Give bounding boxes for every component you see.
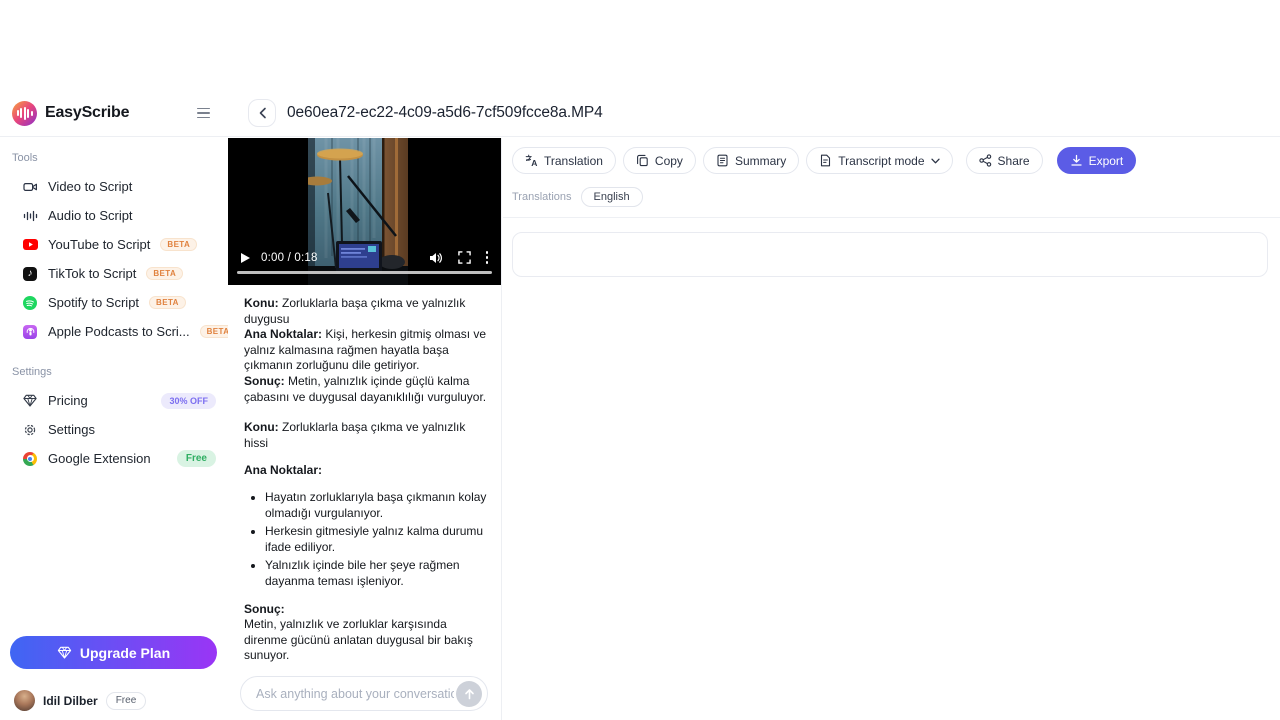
file-header: 0e60ea72-ec22-4c09-a5d6-7cf509fcce8a.MP4 — [228, 99, 603, 127]
avatar — [14, 690, 35, 711]
top-header: EasyScribe 0e60ea72-ec22-4c09-a5d6-7cf50… — [0, 90, 1280, 137]
transcript-doc-icon — [821, 154, 831, 167]
easyscribe-logo-icon — [12, 100, 37, 126]
seek-bar[interactable] — [237, 271, 492, 274]
export-label: Export — [1088, 153, 1124, 168]
language-chip-english[interactable]: English — [580, 187, 643, 207]
free-badge: Free — [176, 450, 216, 467]
time-display: 0:00 / 0:18 — [261, 251, 318, 264]
sidebar-item-apple-podcasts-to-script[interactable]: Apple Podcasts to Scri... BETA — [0, 317, 237, 346]
svg-text:A: A — [531, 158, 537, 167]
summary-bullet-list: Hayatın zorluklarıyla başa çıkmanın kola… — [244, 490, 487, 590]
share-nodes-icon — [978, 154, 991, 167]
user-plan-badge: Free — [105, 691, 147, 710]
tiktok-icon: ♪ — [22, 266, 38, 282]
beta-badge: BETA — [160, 238, 198, 251]
upgrade-plan-button[interactable]: Upgrade Plan — [10, 636, 217, 669]
send-button[interactable] — [456, 680, 482, 707]
gem-icon — [22, 393, 38, 409]
sidebar: Tools Video to Script Audio to Script Yo… — [0, 138, 237, 720]
copy-icon — [636, 154, 648, 167]
spotify-icon — [22, 295, 38, 311]
app-root: EasyScribe 0e60ea72-ec22-4c09-a5d6-7cf50… — [0, 0, 1280, 720]
sidebar-item-pricing[interactable]: Pricing 30% OFF — [0, 386, 228, 415]
media-column: 0:00 / 0:18 Konu: Zorluklarla başa çıkma… — [228, 138, 502, 720]
user-name: Idil Dilber — [43, 693, 98, 708]
sidebar-item-audio-to-script[interactable]: Audio to Script — [0, 201, 228, 230]
sidebar-item-label: Apple Podcasts to Scri... — [48, 324, 190, 339]
brand-name: EasyScribe — [45, 104, 130, 121]
translations-label: Translations — [512, 191, 572, 203]
apple-podcasts-icon — [22, 324, 38, 340]
chevron-left-icon — [259, 107, 266, 119]
summary-button[interactable]: Summary — [702, 147, 800, 174]
sidebar-item-label: YouTube to Script — [48, 237, 151, 252]
beta-badge: BETA — [146, 267, 184, 280]
arrow-up-send-icon — [464, 688, 474, 699]
sidebar-header: EasyScribe — [0, 100, 228, 126]
video-camera-icon — [22, 179, 38, 195]
sidebar-item-label: TikTok to Script — [48, 266, 137, 281]
sidebar-item-settings[interactable]: Settings — [0, 415, 228, 444]
transcript-mode-label: Transcript mode — [838, 153, 925, 168]
copy-label: Copy — [654, 153, 683, 168]
copy-button[interactable]: Copy — [622, 147, 696, 174]
play-icon[interactable] — [241, 252, 250, 263]
bullet-item: Hayatın zorluklarıyla başa çıkmanın kola… — [265, 490, 487, 521]
sidebar-item-label: Spotify to Script — [48, 295, 140, 310]
transcript-panel: A Translation Copy Summary Transcript mo… — [503, 138, 1280, 720]
sidebar-item-google-extension[interactable]: Google Extension Free — [0, 444, 228, 473]
chevron-down-icon — [930, 158, 940, 163]
chat-input[interactable] — [254, 685, 456, 702]
tools-section-label: Tools — [12, 152, 38, 164]
sidebar-item-youtube-to-script[interactable]: YouTube to Script BETA — [0, 230, 228, 259]
sidebar-item-spotify-to-script[interactable]: Spotify to Script BETA — [0, 288, 228, 317]
gear-icon — [22, 422, 38, 438]
volume-icon[interactable] — [429, 252, 443, 264]
sidebar-item-label: Pricing — [48, 393, 88, 408]
sidebar-item-label: Settings — [48, 422, 95, 437]
translation-label: Translation — [544, 153, 603, 168]
settings-section-label: Settings — [12, 366, 52, 378]
player-controls: 0:00 / 0:18 — [228, 251, 501, 264]
summary-block-2: Konu: Zorluklarla başa çıkma ve yalnızlı… — [244, 420, 487, 664]
file-title: 0e60ea72-ec22-4c09-a5d6-7cf509fcce8a.MP4 — [287, 104, 603, 121]
bullet-item: Herkesin gitmesiyle yalnız kalma durumu … — [265, 524, 487, 555]
sidebar-item-label: Google Extension — [48, 451, 151, 466]
video-player[interactable]: 0:00 / 0:18 — [228, 138, 501, 285]
sidebar-item-tiktok-to-script[interactable]: ♪ TikTok to Script BETA — [0, 259, 228, 288]
youtube-icon — [22, 237, 38, 253]
gem-icon — [57, 646, 72, 659]
summary-doc-icon — [717, 154, 728, 167]
discount-badge: 30% OFF — [161, 392, 216, 409]
chrome-icon — [22, 451, 38, 467]
transcript-toolbar: A Translation Copy Summary Transcript mo… — [503, 138, 1280, 174]
translate-icon: A — [525, 154, 537, 167]
content-divider — [503, 217, 1280, 218]
translation-button[interactable]: A Translation — [512, 147, 616, 174]
fullscreen-icon[interactable] — [457, 251, 471, 264]
sidebar-collapse-icon[interactable] — [195, 106, 212, 121]
share-label: Share — [997, 153, 1030, 168]
sidebar-item-video-to-script[interactable]: Video to Script — [0, 172, 228, 201]
translations-row: Translations English — [512, 187, 1280, 207]
download-icon — [1070, 154, 1082, 166]
chat-input-bar — [240, 676, 488, 711]
sidebar-item-label: Audio to Script — [48, 208, 133, 223]
transcript-summary: Konu: Zorluklarla başa çıkma ve yalnızlı… — [228, 285, 501, 664]
summary-block-1: Konu: Zorluklarla başa çıkma ve yalnızlı… — [244, 296, 487, 404]
user-profile[interactable]: Idil Dilber Free — [14, 690, 147, 711]
kebab-menu-icon[interactable] — [485, 251, 488, 264]
share-button[interactable]: Share — [965, 147, 1043, 174]
bullet-item: Yalnızlık içinde bile her şeye rağmen da… — [265, 558, 487, 589]
waveform-icon — [22, 208, 38, 224]
sidebar-item-label: Video to Script — [48, 179, 133, 194]
export-button[interactable]: Export — [1056, 147, 1137, 174]
upgrade-plan-label: Upgrade Plan — [79, 644, 171, 661]
beta-badge: BETA — [149, 296, 186, 309]
transcript-mode-button[interactable]: Transcript mode — [806, 147, 953, 174]
summary-label: Summary — [734, 153, 787, 168]
back-button[interactable] — [248, 99, 276, 127]
empty-transcript-box — [512, 232, 1268, 277]
